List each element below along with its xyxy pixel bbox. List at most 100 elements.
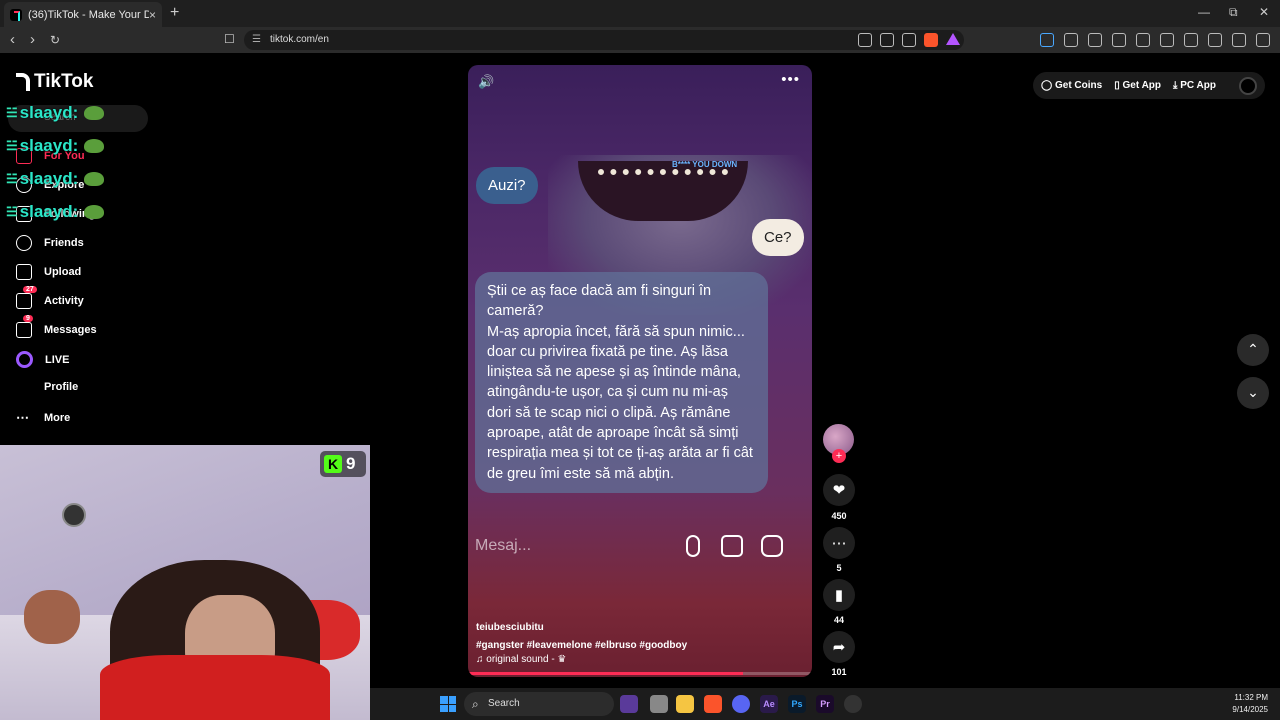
comment-button[interactable]: ⋯ [823, 527, 855, 559]
more-dots-icon: ⋯ [16, 410, 29, 425]
pc-app-button[interactable]: ⤓ PC App [1173, 80, 1216, 91]
extensions-icon[interactable] [1064, 33, 1078, 47]
download-icon[interactable] [1112, 33, 1126, 47]
leo-ai-icon[interactable] [1208, 33, 1222, 47]
video-hashtags[interactable]: #gangster #leavemelone #elbruso #goodboy [476, 640, 687, 651]
video-player[interactable]: B**** YOU DOWN 🔊 ••• Auzi? Ce? Știi ce a… [468, 65, 812, 677]
tab-title: (36)TikTok - Make Your Day [28, 8, 149, 21]
sidebar-item-friends[interactable]: Friends [16, 235, 84, 251]
sidebar-item-messages[interactable]: 9 Messages [16, 315, 97, 338]
friends-icon [16, 235, 32, 251]
get-app-label: Get App [1122, 80, 1162, 91]
sidebar-item-activity[interactable]: 27 Activity [16, 286, 84, 309]
back-icon[interactable]: ‹ [10, 31, 15, 48]
wallet-icon[interactable] [1184, 33, 1198, 47]
system-tray-clock[interactable]: 11:32 PM 9/14/2025 [1232, 692, 1268, 716]
sidebar-icon[interactable] [1160, 33, 1174, 47]
translate-icon[interactable] [1040, 33, 1054, 47]
music-icon[interactable] [1136, 33, 1150, 47]
photoshop-icon[interactable]: Ps [788, 695, 806, 713]
sidebar-item-live[interactable]: LIVE [16, 351, 69, 368]
chat-badge-icon: ☱ [6, 171, 18, 186]
comment-icon: ⋯ [831, 535, 847, 552]
toolbar [1040, 33, 1270, 47]
sidebar-item-label: Profile [44, 381, 79, 393]
kick-viewer-count: K 9 [320, 451, 366, 477]
chat-bubble-long-text: Știi ce aș face dacă am fi singuri în ca… [487, 283, 753, 482]
teddy-bear [24, 590, 80, 644]
brave-shields-icon[interactable] [924, 33, 938, 47]
messages-badge: 9 [23, 315, 33, 322]
premiere-icon[interactable]: Pr [816, 695, 834, 713]
chat-badge-icon: ☱ [6, 138, 18, 153]
next-video-button[interactable]: ⌄ [1237, 377, 1269, 409]
get-coins-button[interactable]: ◯ Get Coins [1041, 80, 1102, 91]
get-coins-label: Get Coins [1054, 80, 1103, 91]
windows-start-icon[interactable] [440, 696, 456, 712]
after-effects-icon[interactable]: Ae [760, 695, 778, 713]
video-sound[interactable]: ♫ original sound - ♛ [476, 654, 566, 665]
save-count: 44 [833, 615, 844, 625]
video-author[interactable]: teiubesciubitu [476, 622, 544, 633]
forward-icon[interactable]: › [30, 31, 35, 48]
profile-avatar[interactable] [1239, 76, 1257, 95]
like-count: 450 [831, 511, 847, 521]
chat-bubble-left: Auzi? [476, 167, 538, 204]
follow-plus-icon[interactable]: + [832, 449, 846, 463]
url-field[interactable]: ☰ tiktok.com/en [244, 30, 964, 50]
messages-icon: 9 [16, 315, 33, 338]
video-progress-bar[interactable] [468, 672, 812, 675]
browser-tab[interactable]: (36)TikTok - Make Your Day × [4, 2, 162, 27]
get-app-button[interactable]: ▯ Get App [1114, 80, 1161, 91]
windows-taskbar: Search Ae Ps Pr 11:32 PM 9/14/2025 [370, 688, 1280, 720]
media-off-icon[interactable] [858, 33, 872, 47]
cast-icon[interactable] [880, 33, 894, 47]
pepe-emote-icon [84, 106, 105, 120]
file-explorer-icon[interactable] [676, 695, 694, 713]
taskbar-search[interactable]: Search [464, 692, 614, 716]
close-window-icon[interactable]: ✕ [1259, 5, 1269, 19]
more-options-icon[interactable]: ••• [781, 71, 800, 88]
sidebar-item-profile[interactable]: Profile [44, 381, 78, 393]
brave-browser-icon[interactable] [704, 695, 722, 713]
chat-badge-icon: ☱ [6, 204, 18, 219]
share-button[interactable]: ➦ [823, 631, 855, 663]
bookmark-icon[interactable]: ☐ [224, 32, 235, 46]
sidebar-item-upload[interactable]: Upload [16, 264, 81, 280]
clock-time: 11:32 PM [1234, 693, 1268, 702]
tab-capture-icon[interactable] [1088, 33, 1102, 47]
site-info-icon[interactable]: ☰ [252, 30, 261, 50]
sidebar-item-label: Activity [44, 295, 84, 307]
top-right-actions: ◯ Get Coins ▯ Get App ⤓ PC App [1033, 72, 1265, 99]
activity-icon: 27 [16, 286, 37, 309]
close-tab-icon[interactable]: × [149, 8, 156, 22]
discord-icon[interactable] [732, 695, 750, 713]
volume-icon[interactable]: 🔊 [478, 74, 494, 90]
menu-icon[interactable] [1256, 33, 1270, 47]
vpn-icon[interactable] [1232, 33, 1246, 47]
sidebar-item-more[interactable]: ⋯ More [16, 410, 70, 426]
sidebar-item-label: More [44, 412, 71, 424]
brave-rewards-icon[interactable] [946, 33, 960, 45]
previous-video-button[interactable]: ⌃ [1237, 334, 1269, 366]
new-tab-button[interactable]: + [170, 4, 179, 22]
maximize-icon[interactable]: ⧉ [1229, 5, 1238, 20]
obs-icon[interactable] [844, 695, 862, 713]
minimize-icon[interactable]: — [1198, 5, 1210, 19]
taskbar-app-icon[interactable] [620, 695, 638, 713]
task-view-icon[interactable] [650, 695, 668, 713]
save-button[interactable]: ▮ [823, 579, 855, 611]
reload-icon[interactable]: ↻ [50, 33, 60, 47]
activity-badge: 27 [23, 286, 37, 293]
chat-username: slaayd: [19, 202, 79, 221]
stream-chat-name: ☱ slaayd: [6, 169, 105, 189]
like-button[interactable]: ❤ [823, 474, 855, 506]
pepe-emote-icon [84, 139, 105, 153]
stream-chat-name: ☱ slaayd: [6, 136, 105, 156]
tiktok-logo[interactable]: TikTok [16, 71, 93, 93]
chat-bubble-long: Știi ce aș face dacă am fi singuri în ca… [475, 272, 768, 493]
tab-bar: (36)TikTok - Make Your Day × + — ⧉ ✕ [0, 0, 1280, 27]
share-icon[interactable] [902, 33, 916, 47]
sticker-icon [761, 535, 783, 557]
kick-logo-icon: K [324, 455, 342, 473]
